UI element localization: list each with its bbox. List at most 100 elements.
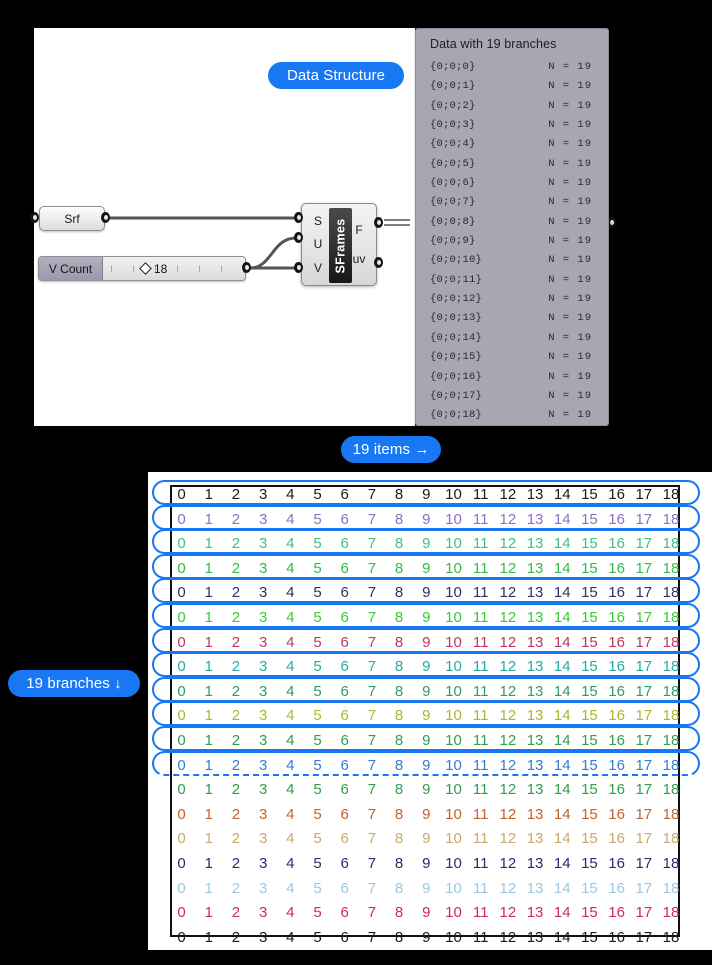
grid-cell: 11 (472, 879, 489, 897)
grid-cell: 7 (367, 928, 377, 946)
grid-cell: 2 (231, 707, 241, 725)
grid-cell: 15 (581, 584, 598, 602)
srf-output-port[interactable] (101, 212, 110, 223)
grid-cell: 1 (204, 879, 213, 897)
grid-cell: 10 (445, 609, 462, 626)
data-tree-diagram: 0 1 2 3 4 5 6 7 8 9 10 11 12 13 14 15 16 17 18 0 1 2 3 4 5 6 7 8 9 10… (148, 472, 712, 950)
grid-cell: 2 (231, 633, 241, 651)
grid-cell: 9 (422, 855, 431, 872)
grid-cell: 5 (313, 805, 322, 823)
grid-cell: 16 (608, 609, 625, 626)
grid-cell: 4 (286, 805, 295, 823)
slider-thumb-icon (139, 262, 152, 275)
branch-row: {0;0;9} N = 19 (430, 232, 598, 251)
grid-cell: 13 (526, 707, 544, 725)
grid-cell: 0 (177, 658, 186, 676)
grid-row: 0 1 2 3 4 5 6 7 8 9 10 11 12 13 14 15 16 17 18 (168, 925, 686, 950)
grid-cell: 13 (526, 682, 544, 700)
v-count-output-port[interactable] (242, 262, 251, 273)
sframes-port-u[interactable] (294, 232, 303, 243)
grid-cell: 10 (445, 855, 462, 872)
grid-cell: 1 (204, 781, 213, 799)
grid-cell: 4 (286, 830, 295, 848)
grid-cell: 13 (526, 830, 544, 848)
grid-cell: 7 (367, 535, 377, 553)
grid-cell: 17 (635, 928, 653, 946)
grid-cell: 14 (553, 682, 571, 700)
grid-cell: 1 (204, 584, 213, 602)
sframes-port-uv[interactable] (374, 257, 383, 268)
grid-cell: 15 (581, 535, 598, 553)
grid-cell: 12 (499, 559, 517, 577)
grid-cell: 12 (499, 535, 517, 553)
grid-cell: 8 (394, 609, 404, 626)
grid-cell: 12 (499, 805, 517, 823)
grid-cell: 10 (445, 584, 462, 602)
sframes-port-s[interactable] (294, 212, 303, 223)
grid-cell: 7 (367, 707, 377, 725)
grid-cell: 1 (204, 535, 213, 553)
surface-param[interactable]: Srf (39, 206, 105, 231)
grid-cell: 10 (445, 928, 462, 946)
grid-cell: 8 (394, 756, 404, 774)
grid-cell: 16 (608, 904, 625, 922)
grid-cell: 5 (313, 584, 322, 602)
branch-row: {0;0;2} N = 19 (430, 97, 598, 116)
grid-cell: 17 (635, 584, 653, 602)
sframes-output-labels: F uv (348, 204, 370, 285)
data-viewer-panel[interactable]: Data with 19 branches {0;0;0} N = 19 {0;0;… (415, 28, 609, 426)
grid-cell: 17 (635, 732, 653, 749)
sframes-port-v[interactable] (294, 262, 303, 273)
grid-cell: 2 (231, 904, 241, 922)
grid-cell: 1 (204, 855, 213, 872)
grid-cell: 10 (445, 904, 462, 922)
grid-cell: 5 (313, 707, 322, 725)
grid-cell: 0 (177, 682, 186, 700)
v-count-slider[interactable]: V Count 18 (38, 256, 246, 281)
grid-cell: 11 (472, 658, 489, 676)
grid-cell: 9 (422, 830, 431, 848)
grid-row: 0 1 2 3 4 5 6 7 8 9 10 11 12 13 14 15 16 17 18 (168, 826, 686, 851)
grid-cell: 12 (499, 928, 517, 946)
grid-cell: 17 (635, 486, 653, 503)
branch-item-count: N = 19 (548, 254, 592, 267)
branch-path: {0;0;9} (430, 235, 476, 248)
branch-item-count: N = 19 (548, 389, 592, 402)
grid-cell: 11 (472, 756, 489, 774)
grid-cell: 4 (286, 707, 295, 725)
grid-cell: 15 (581, 510, 598, 528)
grid-cell: 4 (286, 535, 295, 553)
grid-cell: 17 (635, 535, 653, 553)
sframes-port-f[interactable] (374, 217, 383, 228)
grid-cell: 5 (313, 609, 322, 626)
branch-path: {0;0;7} (430, 196, 476, 209)
grid-cell: 6 (340, 830, 349, 848)
grid-cell: 1 (204, 756, 213, 774)
grid-cell: 3 (258, 609, 268, 626)
grid-cell: 13 (526, 609, 544, 626)
grid-cell: 3 (258, 904, 268, 922)
grid-cell: 16 (608, 510, 625, 528)
grid-cell: 15 (581, 855, 598, 872)
grid-cell: 17 (635, 559, 653, 577)
sframes-output-f: F (355, 223, 363, 238)
grid-cell: 14 (553, 732, 571, 749)
grid-cell: 13 (526, 535, 544, 553)
grid-cell: 6 (340, 486, 349, 503)
grid-cell: 6 (340, 904, 349, 922)
grid-row: 0 1 2 3 4 5 6 7 8 9 10 11 12 13 14 15 16 17 18 (168, 703, 686, 728)
grid-cell: 1 (204, 805, 213, 823)
v-count-slider-value: 18 (154, 261, 168, 276)
grid-cell: 3 (258, 781, 268, 799)
grid-cell: 8 (394, 830, 404, 848)
grid-cell: 1 (204, 510, 213, 528)
v-count-slider-track[interactable]: 18 (103, 257, 245, 280)
grid-cell: 8 (394, 879, 404, 897)
sframes-component[interactable]: S U V SFrames F uv (301, 203, 377, 286)
v-count-slider-handle[interactable]: 18 (139, 261, 168, 276)
srf-input-port[interactable] (30, 212, 39, 223)
grid-cell: 14 (553, 781, 571, 799)
grid-cell: 15 (581, 781, 598, 799)
grid-cell: 17 (635, 707, 653, 725)
grid-cell: 0 (177, 904, 186, 922)
